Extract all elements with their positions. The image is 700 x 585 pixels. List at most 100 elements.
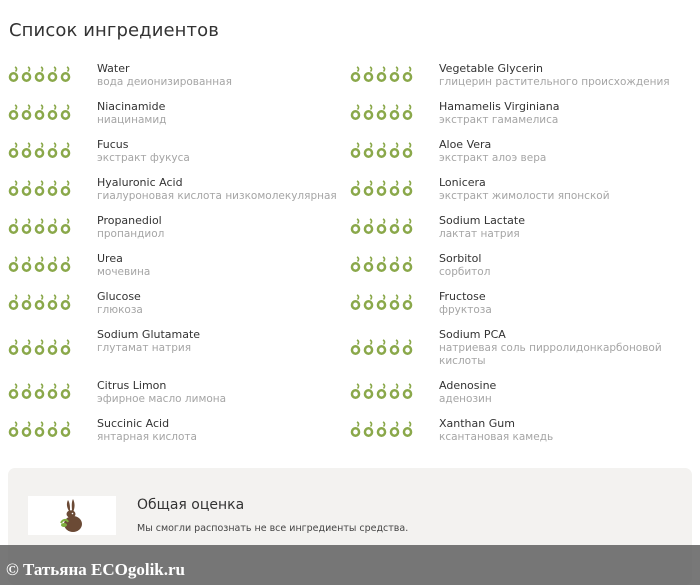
- rating-dot-icon: [402, 180, 413, 196]
- rating-dot-icon: [350, 180, 361, 196]
- rating-dot-icon: [389, 256, 400, 272]
- rating-dot-icon: [34, 66, 45, 82]
- ingredient-name: Propanediol: [97, 214, 162, 227]
- rating-dots: [350, 218, 413, 235]
- rating-dot-icon: [60, 180, 71, 196]
- rating-dot-icon: [350, 104, 361, 120]
- rating-dot-icon: [47, 294, 58, 310]
- rating-dot-icon: [363, 421, 374, 437]
- rating-dot-icon: [402, 66, 413, 82]
- rating-dot-icon: [21, 142, 32, 158]
- rating-dot-icon: [389, 218, 400, 234]
- ingredient-name: Sodium Lactate: [439, 214, 525, 227]
- ingredient-description: фруктоза: [439, 304, 492, 316]
- ingredient-name: Vegetable Glycerin: [439, 62, 544, 75]
- rating-dot-icon: [376, 339, 387, 355]
- ingredient-description: мочевина: [97, 266, 151, 278]
- rating-dots: [350, 294, 413, 311]
- ingredient-description: глицерин растительного происхождения: [439, 76, 670, 88]
- rating-dot-icon: [363, 180, 374, 196]
- rating-dot-icon: [60, 218, 71, 234]
- rating-dot-icon: [363, 294, 374, 310]
- ingredient-name: Aloe Vera: [439, 138, 492, 151]
- ingredient-description: натриевая соль пирролидонкарбоновой кисл…: [439, 342, 662, 367]
- rating-dot-icon: [350, 256, 361, 272]
- rating-dot-icon: [8, 339, 19, 355]
- ingredient-name: Water: [97, 62, 130, 75]
- ingredient-name: Niacinamide: [97, 100, 166, 113]
- ingredient-name: Citrus Limon: [97, 379, 167, 392]
- rating-dots: [350, 66, 413, 83]
- rating-dots: [350, 421, 413, 438]
- rating-dot-icon: [402, 104, 413, 120]
- rating-dots: [350, 339, 413, 356]
- rating-dot-icon: [34, 104, 45, 120]
- rating-dot-icon: [402, 383, 413, 399]
- ingredient-description: вода деионизированная: [97, 76, 232, 88]
- ingredient-description: глюкоза: [97, 304, 143, 316]
- rating-dots: [350, 256, 413, 273]
- ingredient-description: аденозин: [439, 393, 492, 405]
- rating-dot-icon: [21, 66, 32, 82]
- rating-dot-icon: [47, 383, 58, 399]
- rating-dots: [8, 256, 71, 273]
- rating-dot-icon: [47, 218, 58, 234]
- ingredient-description: экстракт алоэ вера: [439, 152, 547, 164]
- rating-dot-icon: [350, 294, 361, 310]
- ingredient-name: Adenosine: [439, 379, 497, 392]
- rating-dot-icon: [389, 66, 400, 82]
- rating-dot-icon: [376, 383, 387, 399]
- rating-dots: [8, 180, 71, 197]
- rating-dot-icon: [350, 218, 361, 234]
- rating-dot-icon: [34, 256, 45, 272]
- rating-dot-icon: [8, 66, 19, 82]
- rating-dot-icon: [47, 104, 58, 120]
- rating-dot-icon: [389, 142, 400, 158]
- rating-dot-icon: [389, 180, 400, 196]
- rating-dots: [350, 383, 413, 400]
- rating-dot-icon: [363, 218, 374, 234]
- ingredient-name: Succinic Acid: [97, 417, 170, 430]
- rating-dot-icon: [8, 218, 19, 234]
- rating-dot-icon: [60, 142, 71, 158]
- ingredient-name: Lonicera: [439, 176, 486, 189]
- rating-dot-icon: [350, 383, 361, 399]
- rating-dot-icon: [34, 142, 45, 158]
- ingredient-description: экстракт жимолости японской: [439, 190, 610, 202]
- rating-dot-icon: [363, 383, 374, 399]
- ingredient-name: Hyaluronic Acid: [97, 176, 183, 189]
- summary-title: Общая оценка: [137, 497, 245, 513]
- rating-dot-icon: [34, 383, 45, 399]
- rating-dot-icon: [402, 339, 413, 355]
- ingredient-description: сорбитол: [439, 266, 491, 278]
- rating-dots: [8, 421, 71, 438]
- watermark-text: © Татьяна ECOgolik.ru: [6, 560, 185, 579]
- ingredient-description: ниацинамид: [97, 114, 167, 126]
- logo: [28, 496, 116, 535]
- rating-dot-icon: [21, 294, 32, 310]
- rating-dot-icon: [376, 218, 387, 234]
- rating-dots: [350, 142, 413, 159]
- rating-dot-icon: [8, 142, 19, 158]
- rating-dots: [8, 294, 71, 311]
- rabbit-icon: [60, 499, 82, 532]
- ingredient-description: ксантановая камедь: [439, 431, 554, 443]
- ingredient-description: гиалуроновая кислота низкомолекулярная: [97, 190, 337, 202]
- rating-dot-icon: [21, 256, 32, 272]
- ingredient-name: Glucose: [97, 290, 141, 303]
- rating-dot-icon: [389, 104, 400, 120]
- rating-dot-icon: [47, 256, 58, 272]
- ingredient-description: эфирное масло лимона: [97, 393, 227, 405]
- rating-dot-icon: [389, 294, 400, 310]
- rating-dot-icon: [47, 180, 58, 196]
- rating-dot-icon: [34, 180, 45, 196]
- rating-dot-icon: [34, 421, 45, 437]
- rating-dot-icon: [363, 142, 374, 158]
- rating-dot-icon: [47, 142, 58, 158]
- rating-dot-icon: [402, 142, 413, 158]
- rating-dot-icon: [47, 421, 58, 437]
- rating-dot-icon: [21, 383, 32, 399]
- rating-dot-icon: [8, 180, 19, 196]
- rating-dot-icon: [21, 180, 32, 196]
- rating-dot-icon: [60, 294, 71, 310]
